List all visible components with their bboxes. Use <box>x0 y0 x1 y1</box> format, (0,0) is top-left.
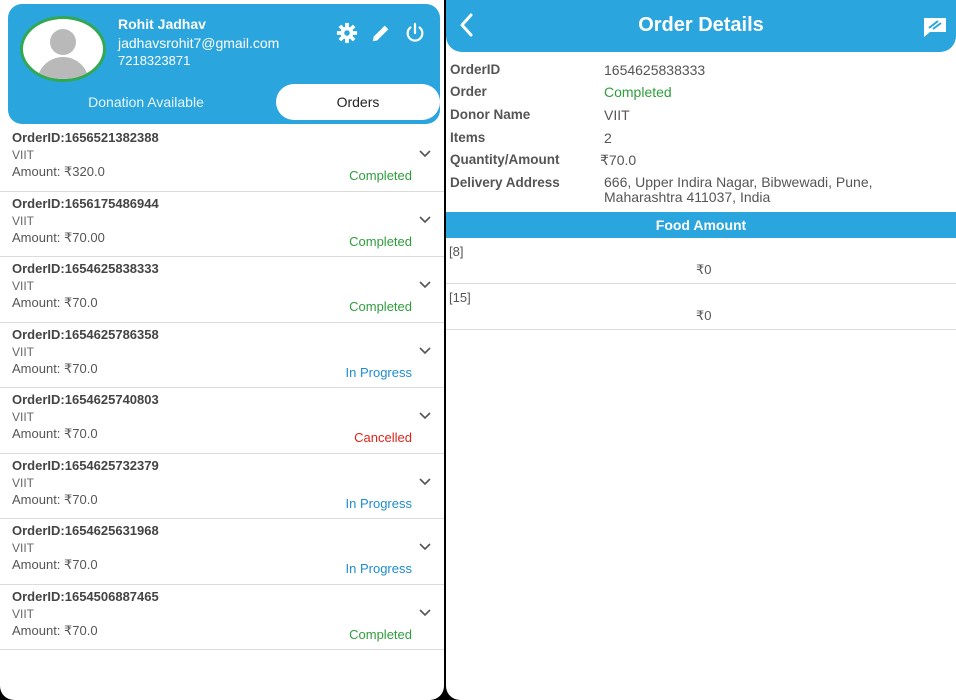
order-list: OrderID:1656521382388 VIIT Amount: ₹320.… <box>0 126 444 650</box>
page-title: Order Details <box>638 14 764 36</box>
detail-value-quantity: ₹70.0 <box>600 152 637 168</box>
chevron-down-icon[interactable] <box>418 279 432 289</box>
list-item[interactable]: OrderID:1656175486944 VIIT Amount: ₹70.0… <box>0 192 444 257</box>
order-donor: VIIT <box>12 344 35 359</box>
food-amount: ₹0 <box>696 262 712 277</box>
tab-donation-available[interactable]: Donation Available <box>16 84 276 120</box>
tab-orders[interactable]: Orders <box>276 84 440 120</box>
list-item: [8] ₹0 <box>446 238 956 284</box>
detail-label-quantity: Quantity/Amount <box>450 152 560 167</box>
order-amount: Amount: ₹70.0 <box>12 557 98 572</box>
list-item[interactable]: OrderID:1654625786358 VIIT Amount: ₹70.0… <box>0 323 444 388</box>
detail-label-donor-name: Donor Name <box>450 107 531 122</box>
order-donor: VIIT <box>12 410 35 424</box>
status-badge: Completed <box>349 299 412 314</box>
profile-name: Rohit Jadhav <box>118 16 206 32</box>
food-name: [15] <box>449 290 471 305</box>
app-bar: Order Details <box>446 0 956 52</box>
list-item[interactable]: OrderID:1654625631968 VIIT Amount: ₹70.0… <box>0 519 444 585</box>
profile-phone: 7218323871 <box>118 53 191 68</box>
chevron-down-icon[interactable] <box>418 410 432 420</box>
status-badge: Completed <box>349 168 412 183</box>
list-item[interactable]: OrderID:1656521382388 VIIT Amount: ₹320.… <box>0 126 444 192</box>
order-id: OrderID:1656521382388 <box>12 130 159 145</box>
order-donor: VIIT <box>12 541 35 555</box>
chevron-down-icon[interactable] <box>418 607 432 617</box>
order-amount: Amount: ₹70.0 <box>12 295 98 310</box>
gear-icon[interactable] <box>336 22 358 44</box>
order-id: OrderID:1654625838333 <box>12 261 159 276</box>
order-donor: VIIT <box>12 606 35 621</box>
order-donor: VIIT <box>12 213 35 228</box>
profile-email: jadhavsrohit7@gmail.com <box>118 35 280 51</box>
detail-label-address: Delivery Address <box>450 175 560 190</box>
order-amount: Amount: ₹70.0 <box>12 491 98 507</box>
order-id: OrderID:1654506887465 <box>12 588 159 604</box>
list-item[interactable]: OrderID:1654506887465 VIIT Amount: ₹70.0… <box>0 585 444 650</box>
list-item[interactable]: OrderID:1654625740803 VIIT Amount: ₹70.0… <box>0 388 444 454</box>
list-item[interactable]: OrderID:1654625732379 VIIT Amount: ₹70.0… <box>0 454 444 519</box>
order-donor: VIIT <box>12 148 35 162</box>
chevron-down-icon[interactable] <box>418 345 432 355</box>
detail-label-items: Items <box>450 130 486 145</box>
tab-bar: Donation Available Orders <box>16 84 440 120</box>
order-amount: Amount: ₹70.0 <box>12 426 98 441</box>
status-badge: In Progress <box>345 561 412 576</box>
status-badge: Cancelled <box>354 430 412 445</box>
detail-value-order-status: Completed <box>604 84 672 100</box>
food-name: [8] <box>449 244 464 259</box>
order-id: OrderID:1656175486944 <box>12 195 159 211</box>
order-amount: Amount: ₹70.0 <box>12 622 98 638</box>
order-donor: VIIT <box>12 279 35 293</box>
chevron-down-icon[interactable] <box>418 214 432 224</box>
orders-screen: Rohit Jadhav jadhavsrohit7@gmail.com 721… <box>0 0 444 700</box>
status-badge: Completed <box>349 233 412 249</box>
order-details-screen: Order Details OrderID 1654625838333 Orde… <box>446 0 956 700</box>
order-id: OrderID:1654625732379 <box>12 457 159 473</box>
order-id: OrderID:1654625740803 <box>12 392 159 407</box>
avatar[interactable] <box>20 16 106 82</box>
status-badge: In Progress <box>345 495 412 511</box>
detail-value-donor-name: VIIT <box>604 107 630 123</box>
food-amount: ₹0 <box>696 308 712 323</box>
status-badge: In Progress <box>345 364 412 380</box>
chevron-down-icon[interactable] <box>418 476 432 486</box>
detail-value-address: 666, Upper Indira Nagar, Bibwewadi, Pune… <box>604 174 873 205</box>
detail-value-items: 2 <box>604 130 612 146</box>
detail-value-order-id: 1654625838333 <box>604 62 706 78</box>
order-amount: Amount: ₹70.00 <box>12 229 105 245</box>
order-id: OrderID:1654625786358 <box>12 326 159 342</box>
order-donor: VIIT <box>12 475 35 490</box>
chevron-down-icon[interactable] <box>418 148 432 158</box>
profile-card: Rohit Jadhav jadhavsrohit7@gmail.com 721… <box>8 4 440 124</box>
chat-icon[interactable] <box>922 16 948 38</box>
power-icon[interactable] <box>404 22 426 44</box>
status-badge: Completed <box>349 626 412 642</box>
list-item: [15] ₹0 <box>446 284 956 330</box>
order-amount: Amount: ₹320.0 <box>12 164 105 179</box>
list-item[interactable]: OrderID:1654625838333 VIIT Amount: ₹70.0… <box>0 257 444 323</box>
pencil-icon[interactable] <box>370 22 392 44</box>
chevron-down-icon[interactable] <box>418 541 432 551</box>
detail-label-order-id: OrderID <box>450 62 501 77</box>
food-amount-header: Food Amount <box>446 212 956 238</box>
detail-label-order: Order <box>450 84 487 99</box>
order-id: OrderID:1654625631968 <box>12 523 159 538</box>
order-amount: Amount: ₹70.0 <box>12 360 98 376</box>
